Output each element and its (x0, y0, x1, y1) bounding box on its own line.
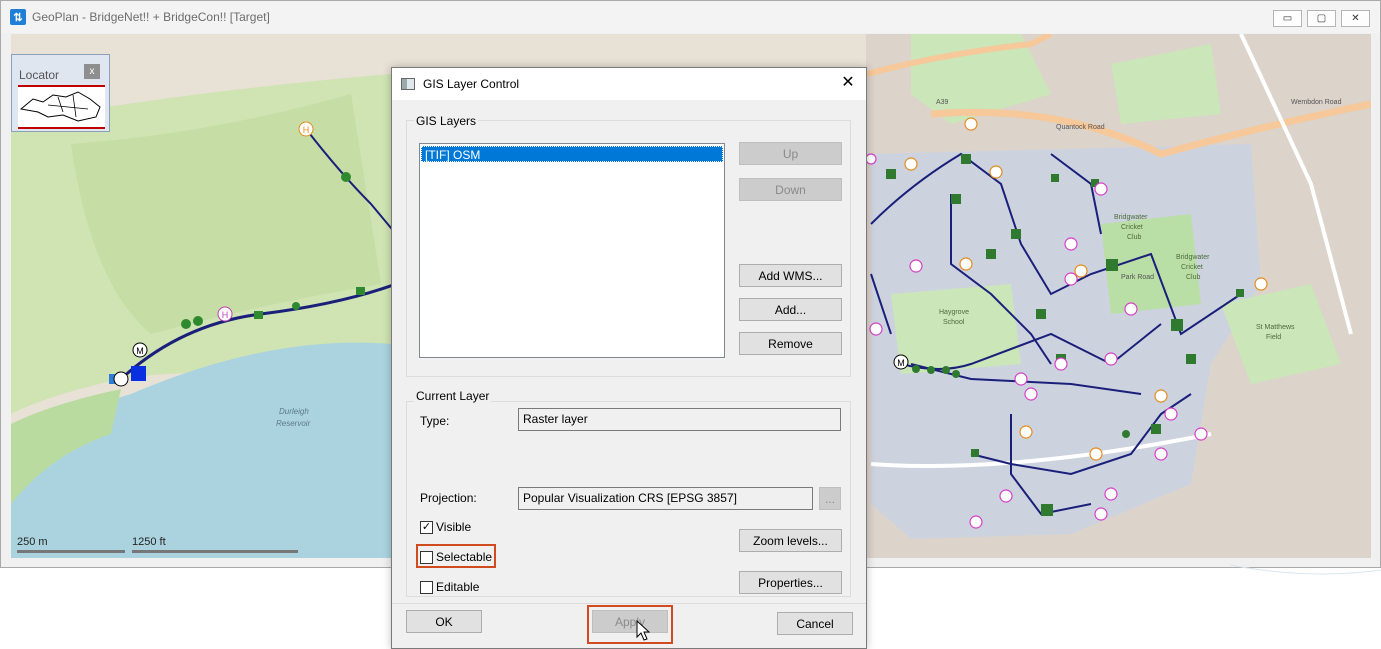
reservoir-label: Durleigh (279, 407, 309, 416)
layer-item[interactable]: [TIF] OSM (421, 146, 723, 162)
editable-label: Editable (436, 580, 480, 594)
editable-checkbox[interactable] (420, 580, 433, 594)
projection-field: Popular Visualization CRS [EPSG 3857] (518, 487, 813, 510)
remove-button[interactable]: Remove (739, 332, 842, 355)
gis-layers-list[interactable]: [TIF] OSM (419, 143, 725, 358)
add-button[interactable]: Add... (739, 298, 842, 321)
type-label: Type: (420, 414, 450, 428)
type-field: Raster layer (518, 408, 841, 431)
locator-close-button[interactable]: x (84, 64, 100, 79)
svg-text:Reservoir: Reservoir (276, 419, 311, 428)
gis-layers-label: GIS Layers (414, 114, 479, 128)
locator-title: Locator (19, 68, 60, 82)
scale-bar-imperial (132, 550, 298, 553)
window-titlebar: ⇅ GeoPlan - BridgeNet!! + BridgeCon!! [T… (1, 1, 1380, 33)
cancel-button[interactable]: Cancel (777, 612, 853, 635)
app-icon: ⇅ (10, 9, 26, 25)
visible-label: Visible (436, 520, 472, 534)
svg-text:Cricket: Cricket (1181, 264, 1203, 271)
minimize-button[interactable]: ▭ (1273, 10, 1302, 27)
decorative-curve (1230, 564, 1381, 575)
svg-text:M: M (897, 358, 905, 368)
svg-text:H: H (222, 310, 229, 320)
properties-button[interactable]: Properties... (739, 571, 842, 594)
dialog-icon (401, 78, 415, 90)
svg-text:Cricket: Cricket (1121, 224, 1143, 231)
current-layer-label: Current Layer (414, 389, 492, 403)
visible-checkbox-row[interactable]: ✓ Visible (420, 520, 471, 534)
field-label: St Matthews (1256, 324, 1295, 331)
svg-text:Park Road: Park Road (1121, 274, 1154, 281)
projection-browse-button[interactable]: ... (819, 487, 841, 510)
cricket-club-label: Bridgwater (1114, 214, 1148, 221)
svg-text:Quantock Road: Quantock Road (1056, 124, 1105, 131)
scale-bar-metric (17, 550, 125, 553)
window-title: GeoPlan - BridgeNet!! + BridgeCon!! [Tar… (32, 10, 270, 24)
add-wms-button[interactable]: Add WMS... (739, 264, 842, 287)
dialog-titlebar: GIS Layer Control ✕ (392, 68, 866, 100)
svg-text:H: H (303, 125, 310, 135)
restore-button[interactable]: ▢ (1307, 10, 1336, 27)
zoom-levels-button[interactable]: Zoom levels... (739, 529, 842, 552)
school-label: Haygrove (939, 309, 969, 316)
gis-layer-control-dialog: GIS Layer Control ✕ GIS Layers [TIF] OSM… (391, 67, 867, 649)
visible-checkbox[interactable]: ✓ (420, 520, 433, 534)
mouse-cursor-icon (636, 620, 650, 641)
projection-label: Projection: (420, 491, 477, 505)
svg-text:A39: A39 (936, 99, 949, 106)
apply-highlight (587, 605, 673, 644)
scale-imperial: 1250 ft (132, 536, 166, 548)
footer-divider (392, 603, 866, 604)
svg-text:Club: Club (1127, 234, 1142, 241)
close-button[interactable]: ✕ (1341, 10, 1370, 27)
svg-text:Bridgwater: Bridgwater (1176, 254, 1210, 261)
dialog-close-button[interactable]: ✕ (838, 73, 858, 93)
manhole-label: M (136, 346, 144, 356)
window-controls: ▭ ▢ ✕ (1273, 10, 1370, 27)
editable-checkbox-row[interactable]: Editable (420, 580, 479, 594)
dialog-title: GIS Layer Control (423, 77, 520, 91)
locator-panel[interactable]: Locator x (11, 54, 110, 132)
down-button[interactable]: Down (739, 178, 842, 201)
svg-text:School: School (943, 319, 965, 326)
svg-text:Wembdon Road: Wembdon Road (1291, 99, 1342, 106)
svg-text:Field: Field (1266, 334, 1281, 341)
svg-text:Club: Club (1186, 274, 1201, 281)
scale-metric: 250 m (17, 536, 48, 548)
locator-map[interactable] (18, 85, 105, 129)
ok-button[interactable]: OK (406, 610, 482, 633)
up-button[interactable]: Up (739, 142, 842, 165)
selectable-highlight (416, 544, 496, 568)
